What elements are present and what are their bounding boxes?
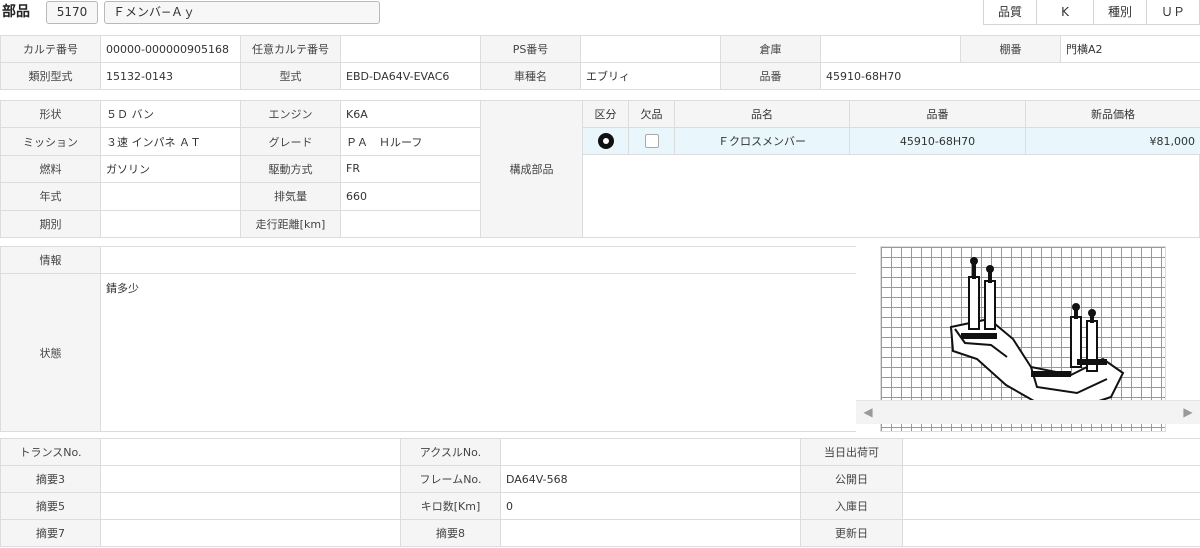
same-day-value [902, 438, 1200, 466]
update-value [902, 519, 1200, 547]
drive-label: 駆動方式 [240, 154, 341, 184]
col-part-name: 品名 [674, 100, 850, 128]
warehouse-label: 倉庫 [720, 35, 821, 63]
public-value [902, 465, 1200, 493]
frame-value: DA64V-568 [500, 465, 801, 493]
type-label: 種別 [1093, 0, 1147, 25]
km-label: キロ数[Km] [400, 492, 501, 520]
grade-label: グレード [240, 127, 341, 156]
col-category: 区分 [582, 100, 629, 128]
trans-label: トランスNo. [0, 438, 101, 466]
summary8-label: 摘要8 [400, 519, 501, 547]
page-title: 部品 [2, 4, 30, 20]
ps-label: PS番号 [480, 35, 581, 63]
update-label: 更新日 [800, 519, 903, 547]
mileage-label: 走行距離[km] [240, 209, 341, 239]
part-no: 45910-68H70 [820, 62, 1200, 90]
image-scrollbar[interactable] [856, 400, 1200, 424]
part-code: 5170 [46, 1, 98, 24]
axle-label: アクスルNo. [400, 438, 501, 466]
public-label: 公開日 [800, 465, 903, 493]
category-cell[interactable] [582, 127, 629, 155]
part-number-cell: 45910-68H70 [849, 127, 1026, 155]
engine-label: エンジン [240, 99, 341, 129]
table-row[interactable]: Ｆクロスメンバー 45910-68H70 ¥81,000 [582, 127, 1200, 155]
same-day-label: 当日出荷可 [800, 438, 903, 466]
warehouse-value [820, 35, 961, 63]
parts-table: 区分 欠品 品名 品番 新品価格 Ｆクロスメンバー 45910-68H70 ¥8… [582, 100, 1200, 155]
displacement-value: 660 [340, 182, 481, 211]
price-cell: ¥81,000 [1025, 127, 1200, 155]
karte-no: 00000-000000905168 [100, 35, 241, 63]
bottom-info-table: トランスNo. アクスルNo. 当日出荷可 摘要3 フレームNo. DA64V-… [0, 438, 1200, 547]
missing-checkbox[interactable] [644, 134, 659, 148]
stock-label: 入庫日 [800, 492, 903, 520]
mission-value: ３速 インパネ ＡＴ [100, 127, 241, 156]
engine-value: K6A [340, 99, 481, 129]
summary5-value [100, 492, 401, 520]
info-table: 情報 状態 錆多少 [0, 246, 857, 432]
fuel-label: 燃料 [0, 154, 101, 184]
model-value: EBD-DA64V-EVAC6 [340, 62, 481, 90]
spec-table: 形状 ５Ｄ バン エンジン K6A 構成部品 ミッション ３速 インパネ ＡＴ … [0, 99, 583, 239]
car-name-label: 車種名 [480, 62, 581, 90]
components-label: 構成部品 [480, 100, 583, 238]
mission-label: ミッション [0, 127, 101, 156]
opt-karte [340, 35, 481, 63]
axle-value [500, 438, 801, 466]
grade-value: ＰＡ Ｈルーフ [340, 127, 481, 156]
info-label: 情報 [0, 246, 101, 274]
quality-label: 品質 [983, 0, 1037, 25]
shape-label: 形状 [0, 99, 101, 129]
frame-label: フレームNo. [400, 465, 501, 493]
summary3-label: 摘要3 [0, 465, 101, 493]
type-value: ＵＰ [1146, 0, 1200, 25]
col-new-price: 新品価格 [1025, 100, 1200, 128]
km-value: 0 [500, 492, 801, 520]
karte-info-table: カルテ番号 00000-000000905168 任意カルテ番号 PS番号 倉庫… [0, 35, 1200, 90]
shape-value: ５Ｄ バン [100, 99, 241, 129]
opt-karte-label: 任意カルテ番号 [240, 35, 341, 63]
part-name-cell: Ｆクロスメンバー [674, 127, 850, 155]
car-name: エブリィ [580, 62, 721, 90]
summary7-value [100, 519, 401, 547]
summary3-value [100, 465, 401, 493]
summary5-label: 摘要5 [0, 492, 101, 520]
missing-cell[interactable] [628, 127, 675, 155]
info-value [100, 246, 857, 274]
drive-value: FR [340, 154, 481, 184]
period-label: 期別 [0, 209, 101, 239]
karte-no-label: カルテ番号 [0, 35, 101, 63]
condition-value: 錆多少 [100, 273, 857, 432]
col-part-number: 品番 [849, 100, 1026, 128]
class-model: 15132-0143 [100, 62, 241, 90]
summary7-label: 摘要7 [0, 519, 101, 547]
ps-value [580, 35, 721, 63]
chevron-right-icon[interactable]: ▶ [1178, 399, 1198, 425]
year-value [100, 182, 241, 211]
summary8-value [500, 519, 801, 547]
part-no-label: 品番 [720, 62, 821, 90]
disc-icon[interactable] [597, 133, 614, 149]
fuel-value: ガソリン [100, 154, 241, 184]
mileage-value [340, 209, 481, 239]
shelf-label: 棚番 [960, 35, 1061, 63]
condition-label: 状態 [0, 273, 101, 432]
quality-value: K [1036, 0, 1094, 25]
period-value [100, 209, 241, 239]
part-image-viewer[interactable]: ◀ ▶ [856, 246, 1200, 432]
col-missing: 欠品 [628, 100, 675, 128]
part-name: Ｆメンバ−Ａｙ [104, 1, 380, 24]
year-label: 年式 [0, 182, 101, 211]
model-label: 型式 [240, 62, 341, 90]
displacement-label: 排気量 [240, 182, 341, 211]
stock-value [902, 492, 1200, 520]
shelf-value: 門横A2 [1060, 35, 1200, 63]
class-model-label: 類別型式 [0, 62, 101, 90]
trans-value [100, 438, 401, 466]
chevron-left-icon[interactable]: ◀ [858, 399, 878, 425]
